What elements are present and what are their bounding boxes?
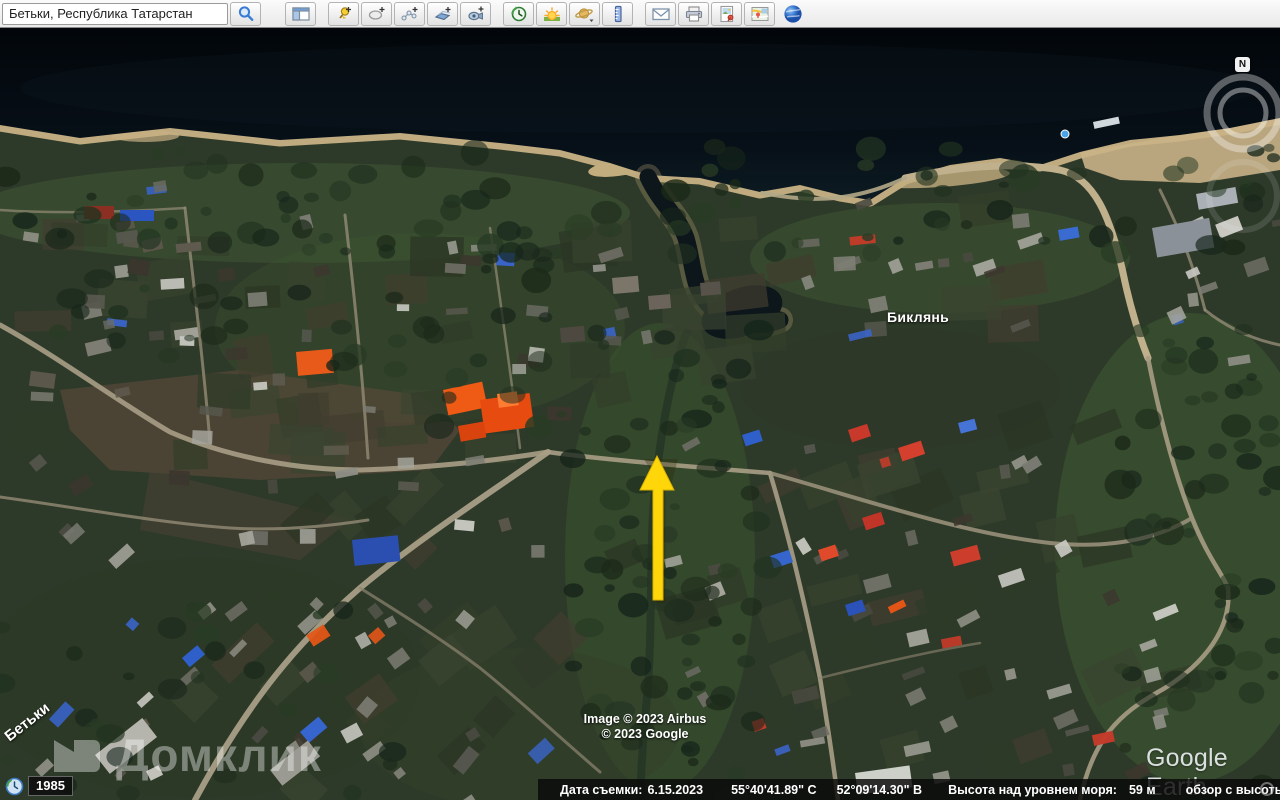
watermark: Домклик (48, 726, 322, 784)
image-overlay-icon (434, 6, 450, 20)
time-clock-icon (5, 777, 24, 795)
print-button[interactable] (678, 1, 709, 26)
ruler-icon (614, 5, 622, 22)
add-image-overlay-button[interactable] (427, 1, 458, 26)
sunlight-button[interactable] (536, 1, 567, 26)
main-toolbar (0, 0, 1280, 28)
imagery-attribution: Image © 2023 Airbus © 2023 Google (583, 712, 707, 741)
camcorder-icon (467, 6, 483, 20)
search-button[interactable] (230, 1, 261, 26)
capture-date-label: Дата съемки: (560, 782, 643, 797)
add-polygon-button[interactable] (361, 1, 392, 26)
streaming-indicator-icon (1260, 782, 1274, 796)
history-year-badge[interactable]: 1985 (5, 776, 73, 796)
place-label: Биклянь (887, 309, 950, 325)
add-placemark-button[interactable] (328, 1, 359, 26)
search-input[interactable] (2, 2, 228, 25)
watermark-text: Домклик (116, 729, 322, 781)
elevation-value: 59 м (1128, 782, 1156, 797)
sidebar-panel-icon (291, 6, 310, 21)
satellite-imagery (0, 28, 1280, 800)
polygon-icon (368, 6, 384, 20)
history-year: 1985 (28, 776, 73, 796)
saturn-icon (574, 7, 593, 22)
panel-toggle-button[interactable] (285, 1, 316, 26)
google-earth-window: N Биклянь Бетьки Домклик Image © 2023 Ai… (0, 0, 1280, 800)
placemark-pushpin-icon (338, 6, 351, 19)
capture-date-value: 6.15.2023 (647, 782, 704, 797)
compass-rings[interactable] (1196, 42, 1280, 242)
map-viewport[interactable]: N Биклянь Бетьки Домклик Image © 2023 Ai… (0, 28, 1280, 800)
latitude-value: 55°40'41.89" С (731, 782, 817, 797)
view-in-maps-button[interactable] (744, 1, 775, 26)
record-tour-button[interactable] (460, 1, 491, 26)
globe-button[interactable] (777, 2, 808, 26)
save-image-button[interactable] (711, 1, 742, 26)
email-button[interactable] (645, 1, 676, 26)
status-bar: Дата съемки: 6.15.2023 55°40'41.89" С 52… (538, 779, 1280, 800)
google-maps-icon (751, 6, 768, 21)
arrow-annotation (639, 454, 678, 603)
longitude-value: 52°09'14.30" В (836, 782, 923, 797)
ruler-button[interactable] (602, 1, 633, 26)
path-icon (401, 6, 417, 20)
compass-north-label[interactable]: N (1235, 57, 1250, 72)
envelope-icon (651, 7, 670, 20)
printer-icon (685, 5, 702, 22)
save-image-icon (719, 5, 733, 22)
planets-button[interactable] (569, 1, 600, 26)
globe-icon (783, 4, 802, 23)
sun-icon (543, 6, 560, 21)
elevation-label: Высота над уровнем моря: (948, 782, 1117, 797)
history-clock-icon (510, 6, 526, 21)
historical-imagery-button[interactable] (503, 1, 534, 26)
add-path-button[interactable] (394, 1, 425, 26)
search-icon (238, 5, 253, 21)
